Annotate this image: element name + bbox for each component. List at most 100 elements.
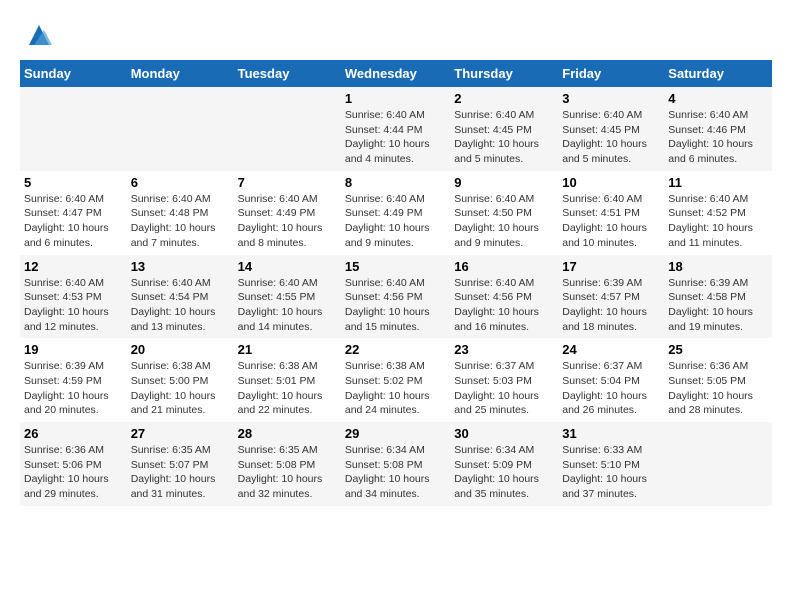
day-number: 3: [562, 91, 660, 106]
day-number: 8: [345, 175, 446, 190]
day-number: 21: [238, 342, 337, 357]
calendar-cell: 30 Sunrise: 6:34 AMSunset: 5:09 PMDayligh…: [450, 422, 558, 506]
day-number: 25: [668, 342, 768, 357]
calendar-cell: [20, 87, 127, 171]
day-info: Sunrise: 6:40 AMSunset: 4:49 PMDaylight:…: [345, 192, 446, 251]
calendar-cell: 21 Sunrise: 6:38 AMSunset: 5:01 PMDayligh…: [234, 338, 341, 422]
calendar-cell: 28Sunrise: 6:35 AMSunset: 5:08 PMDayligh…: [234, 422, 341, 506]
day-number: 17: [562, 259, 660, 274]
day-number: 18: [668, 259, 768, 274]
day-number: 20: [131, 342, 230, 357]
calendar-cell: 29 Sunrise: 6:34 AMSunset: 5:08 PMDayligh…: [341, 422, 450, 506]
calendar-table: SundayMondayTuesdayWednesdayThursdayFrid…: [20, 60, 772, 506]
day-number: 23: [454, 342, 554, 357]
logo: [20, 20, 54, 50]
calendar-cell: 26 Sunrise: 6:36 AMSunset: 5:06 PMDayligh…: [20, 422, 127, 506]
calendar-cell: [127, 87, 234, 171]
day-info: Sunrise: 6:34 AMSunset: 5:08 PMDaylight:…: [345, 443, 446, 502]
day-number: 29: [345, 426, 446, 441]
calendar-cell: 15 Sunrise: 6:40 AMSunset: 4:56 PMDayligh…: [341, 255, 450, 339]
calendar-week-row: 5Sunrise: 6:40 AMSunset: 4:47 PMDaylight…: [20, 171, 772, 255]
calendar-cell: [234, 87, 341, 171]
calendar-week-row: 26 Sunrise: 6:36 AMSunset: 5:06 PMDayligh…: [20, 422, 772, 506]
day-number: 19: [24, 342, 123, 357]
day-info: Sunrise: 6:38 AMSunset: 5:01 PMDaylight:…: [238, 359, 337, 418]
day-number: 10: [562, 175, 660, 190]
calendar-week-row: 1 Sunrise: 6:40 AMSunset: 4:44 PMDaylight…: [20, 87, 772, 171]
weekday-header-row: SundayMondayTuesdayWednesdayThursdayFrid…: [20, 60, 772, 87]
day-info: Sunrise: 6:40 AMSunset: 4:56 PMDaylight:…: [345, 276, 446, 335]
day-number: 11: [668, 175, 768, 190]
day-number: 14: [238, 259, 337, 274]
day-number: 15: [345, 259, 446, 274]
calendar-cell: 11 Sunrise: 6:40 AMSunset: 4:52 PMDayligh…: [664, 171, 772, 255]
day-number: 26: [24, 426, 123, 441]
calendar-cell: 27Sunrise: 6:35 AMSunset: 5:07 PMDayligh…: [127, 422, 234, 506]
day-info: Sunrise: 6:34 AMSunset: 5:09 PMDaylight:…: [454, 443, 554, 502]
day-number: 1: [345, 91, 446, 106]
day-number: 6: [131, 175, 230, 190]
day-number: 22: [345, 342, 446, 357]
day-number: 31: [562, 426, 660, 441]
calendar-cell: 23Sunrise: 6:37 AMSunset: 5:03 PMDayligh…: [450, 338, 558, 422]
day-info: Sunrise: 6:40 AMSunset: 4:53 PMDaylight:…: [24, 276, 123, 335]
calendar-cell: 20 Sunrise: 6:38 AMSunset: 5:00 PMDayligh…: [127, 338, 234, 422]
calendar-cell: 2 Sunrise: 6:40 AMSunset: 4:45 PMDaylight…: [450, 87, 558, 171]
day-info: Sunrise: 6:40 AMSunset: 4:55 PMDaylight:…: [238, 276, 337, 335]
day-info: Sunrise: 6:39 AMSunset: 4:58 PMDaylight:…: [668, 276, 768, 335]
day-info: Sunrise: 6:40 AMSunset: 4:47 PMDaylight:…: [24, 192, 123, 251]
day-info: Sunrise: 6:40 AMSunset: 4:46 PMDaylight:…: [668, 108, 768, 167]
day-number: 9: [454, 175, 554, 190]
day-info: Sunrise: 6:40 AMSunset: 4:48 PMDaylight:…: [131, 192, 230, 251]
calendar-cell: 18 Sunrise: 6:39 AMSunset: 4:58 PMDayligh…: [664, 255, 772, 339]
weekday-header-friday: Friday: [558, 60, 664, 87]
day-number: 2: [454, 91, 554, 106]
day-info: Sunrise: 6:38 AMSunset: 5:02 PMDaylight:…: [345, 359, 446, 418]
calendar-cell: 9 Sunrise: 6:40 AMSunset: 4:50 PMDaylight…: [450, 171, 558, 255]
day-info: Sunrise: 6:36 AMSunset: 5:05 PMDaylight:…: [668, 359, 768, 418]
day-info: Sunrise: 6:40 AMSunset: 4:50 PMDaylight:…: [454, 192, 554, 251]
weekday-header-tuesday: Tuesday: [234, 60, 341, 87]
calendar-cell: 7 Sunrise: 6:40 AMSunset: 4:49 PMDaylight…: [234, 171, 341, 255]
day-info: Sunrise: 6:40 AMSunset: 4:49 PMDaylight:…: [238, 192, 337, 251]
weekday-header-sunday: Sunday: [20, 60, 127, 87]
day-info: Sunrise: 6:38 AMSunset: 5:00 PMDaylight:…: [131, 359, 230, 418]
day-info: Sunrise: 6:40 AMSunset: 4:52 PMDaylight:…: [668, 192, 768, 251]
day-info: Sunrise: 6:40 AMSunset: 4:45 PMDaylight:…: [562, 108, 660, 167]
calendar-cell: 5Sunrise: 6:40 AMSunset: 4:47 PMDaylight…: [20, 171, 127, 255]
calendar-cell: 16 Sunrise: 6:40 AMSunset: 4:56 PMDayligh…: [450, 255, 558, 339]
day-number: 13: [131, 259, 230, 274]
day-info: Sunrise: 6:39 AMSunset: 4:59 PMDaylight:…: [24, 359, 123, 418]
day-info: Sunrise: 6:39 AMSunset: 4:57 PMDaylight:…: [562, 276, 660, 335]
calendar-cell: 10 Sunrise: 6:40 AMSunset: 4:51 PMDayligh…: [558, 171, 664, 255]
page-header: [20, 20, 772, 50]
calendar-cell: 25 Sunrise: 6:36 AMSunset: 5:05 PMDayligh…: [664, 338, 772, 422]
calendar-cell: 12 Sunrise: 6:40 AMSunset: 4:53 PMDayligh…: [20, 255, 127, 339]
weekday-header-saturday: Saturday: [664, 60, 772, 87]
calendar-cell: [664, 422, 772, 506]
calendar-cell: 14 Sunrise: 6:40 AMSunset: 4:55 PMDayligh…: [234, 255, 341, 339]
day-info: Sunrise: 6:35 AMSunset: 5:08 PMDaylight:…: [238, 443, 337, 502]
calendar-week-row: 19 Sunrise: 6:39 AMSunset: 4:59 PMDayligh…: [20, 338, 772, 422]
logo-icon: [24, 20, 54, 50]
calendar-cell: 1 Sunrise: 6:40 AMSunset: 4:44 PMDaylight…: [341, 87, 450, 171]
day-number: 12: [24, 259, 123, 274]
day-info: Sunrise: 6:40 AMSunset: 4:56 PMDaylight:…: [454, 276, 554, 335]
day-number: 30: [454, 426, 554, 441]
day-info: Sunrise: 6:40 AMSunset: 4:44 PMDaylight:…: [345, 108, 446, 167]
weekday-header-monday: Monday: [127, 60, 234, 87]
day-info: Sunrise: 6:40 AMSunset: 4:45 PMDaylight:…: [454, 108, 554, 167]
day-info: Sunrise: 6:40 AMSunset: 4:51 PMDaylight:…: [562, 192, 660, 251]
calendar-cell: 6 Sunrise: 6:40 AMSunset: 4:48 PMDaylight…: [127, 171, 234, 255]
calendar-cell: 3 Sunrise: 6:40 AMSunset: 4:45 PMDaylight…: [558, 87, 664, 171]
day-number: 7: [238, 175, 337, 190]
calendar-cell: 8 Sunrise: 6:40 AMSunset: 4:49 PMDaylight…: [341, 171, 450, 255]
day-info: Sunrise: 6:36 AMSunset: 5:06 PMDaylight:…: [24, 443, 123, 502]
day-number: 16: [454, 259, 554, 274]
day-info: Sunrise: 6:37 AMSunset: 5:04 PMDaylight:…: [562, 359, 660, 418]
day-number: 27: [131, 426, 230, 441]
calendar-cell: 13 Sunrise: 6:40 AMSunset: 4:54 PMDayligh…: [127, 255, 234, 339]
calendar-cell: 31Sunrise: 6:33 AMSunset: 5:10 PMDayligh…: [558, 422, 664, 506]
day-info: Sunrise: 6:40 AMSunset: 4:54 PMDaylight:…: [131, 276, 230, 335]
day-number: 24: [562, 342, 660, 357]
